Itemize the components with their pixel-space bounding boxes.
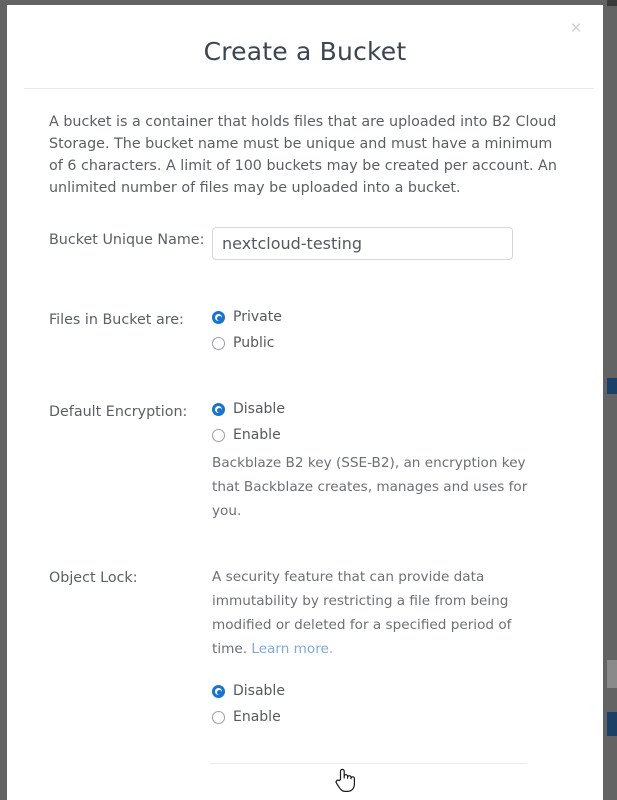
field-row-bucket-name: Bucket Unique Name: xyxy=(49,227,603,260)
field-row-files-visibility: Files in Bucket are: Private Public xyxy=(49,307,603,359)
create-bucket-form: Bucket Unique Name: Files in Bucket are:… xyxy=(7,227,603,733)
field-row-object-lock: Object Lock: A security feature that can… xyxy=(49,565,603,733)
radio-selected-icon xyxy=(212,402,225,416)
object-lock-radio-group: Disable Enable xyxy=(212,681,603,727)
radio-unselected-icon xyxy=(212,428,225,442)
radio-selected-icon xyxy=(212,310,225,324)
background-fragment xyxy=(607,0,617,6)
files-visibility-label: Files in Bucket are: xyxy=(49,312,184,328)
radio-option-objectlock-enable[interactable]: Enable xyxy=(212,707,603,727)
background-fragment xyxy=(607,712,617,736)
learn-more-link[interactable]: Learn more. xyxy=(251,641,333,657)
radio-label-public: Public xyxy=(233,335,275,351)
radio-selected-icon xyxy=(212,684,225,698)
bucket-name-label: Bucket Unique Name: xyxy=(49,232,205,248)
intro-description: A bucket is a container that holds files… xyxy=(49,114,557,196)
files-visibility-radio-group: Private Public xyxy=(212,307,603,353)
object-lock-description: A security feature that can provide data… xyxy=(212,565,524,661)
radio-label-encryption-enable: Enable xyxy=(233,427,281,443)
radio-label-private: Private xyxy=(233,309,282,325)
radio-unselected-icon xyxy=(212,336,225,350)
modal-button-bar: Create a Bucket Cancel xyxy=(7,764,603,800)
create-bucket-modal: × Create a Bucket A bucket is a containe… xyxy=(7,5,603,800)
field-row-default-encryption: Default Encryption: Disable Enable Backb… xyxy=(49,399,603,523)
default-encryption-label: Default Encryption: xyxy=(49,404,188,420)
radio-label-encryption-disable: Disable xyxy=(233,401,285,417)
radio-option-private[interactable]: Private xyxy=(212,307,603,327)
background-fragment xyxy=(607,378,617,394)
default-encryption-radio-group: Disable Enable xyxy=(212,399,603,445)
background-fragment xyxy=(607,660,617,688)
default-encryption-helper-text: Backblaze B2 key (SSE-B2), an encryption… xyxy=(212,455,528,519)
object-lock-label: Object Lock: xyxy=(49,570,138,586)
page-title: Create a Bucket xyxy=(203,37,407,66)
close-icon[interactable]: × xyxy=(565,18,587,40)
radio-option-encryption-enable[interactable]: Enable xyxy=(212,425,603,445)
radio-option-objectlock-disable[interactable]: Disable xyxy=(212,681,603,701)
radio-unselected-icon xyxy=(212,710,225,724)
radio-label-objectlock-enable: Enable xyxy=(233,709,281,725)
radio-option-encryption-disable[interactable]: Disable xyxy=(212,399,603,419)
bucket-name-input[interactable] xyxy=(212,227,513,260)
radio-label-objectlock-disable: Disable xyxy=(233,683,285,699)
radio-option-public[interactable]: Public xyxy=(212,333,603,353)
